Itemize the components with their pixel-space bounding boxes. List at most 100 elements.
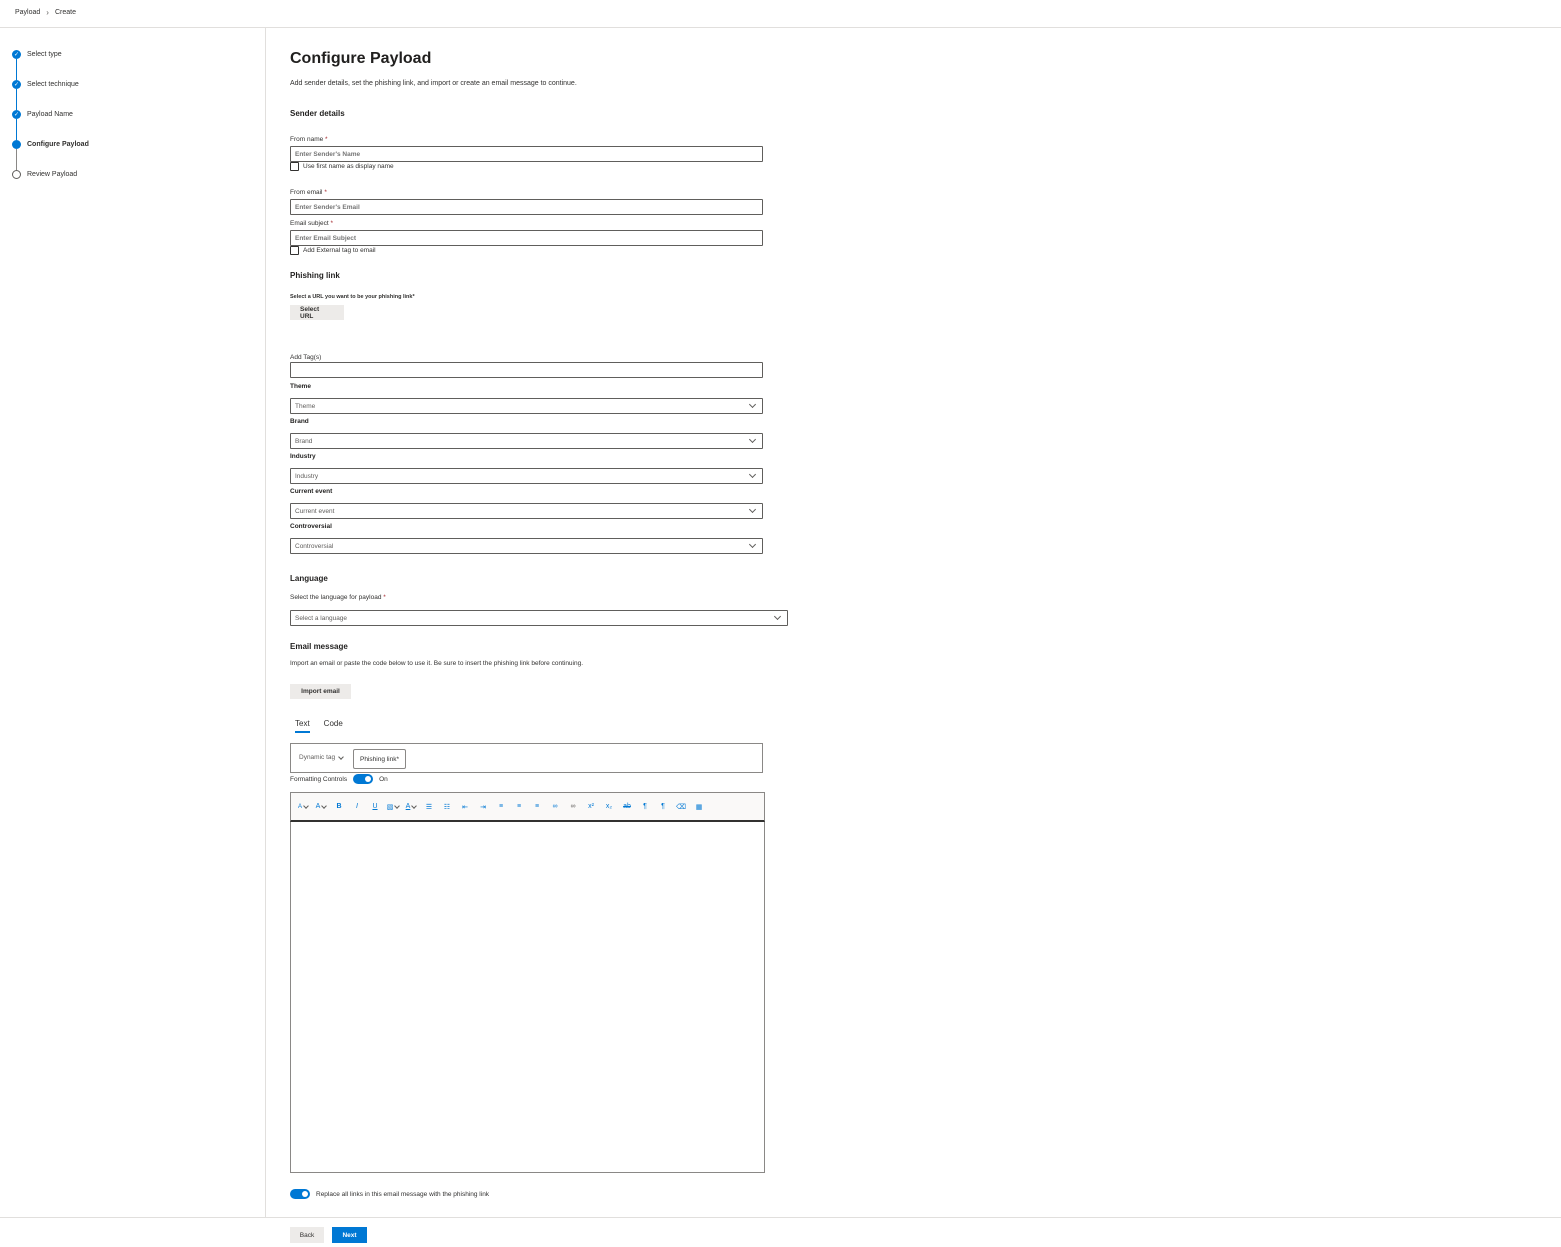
phishing-link-button[interactable]: Phishing link* xyxy=(353,749,407,769)
email-body-editor[interactable] xyxy=(290,822,765,1173)
email-subject-label: Email subject * xyxy=(290,220,333,227)
tab-text[interactable]: Text xyxy=(295,719,310,733)
underline-icon[interactable]: U xyxy=(368,800,382,814)
current-event-label: Current event xyxy=(290,488,333,495)
language-dropdown[interactable]: Select a language xyxy=(290,610,788,626)
replace-links-row: Replace all links in this email message … xyxy=(290,1189,489,1199)
bold-icon[interactable]: B xyxy=(332,800,346,814)
wizard-steps: ✓ Select type ✓ Select technique ✓ Paylo… xyxy=(12,48,89,198)
checkbox-box[interactable] xyxy=(290,246,299,255)
font-icon[interactable]: A xyxy=(296,800,310,814)
italic-icon[interactable]: I xyxy=(350,800,364,814)
brand-dropdown[interactable]: Brand xyxy=(290,433,763,449)
clear-format-icon[interactable]: ⌫ xyxy=(674,800,688,814)
from-name-label: From name * xyxy=(290,136,328,143)
add-tags-input[interactable] xyxy=(290,362,763,378)
back-button[interactable]: Back xyxy=(290,1227,324,1243)
rtl-icon[interactable]: ¶ xyxy=(656,800,670,814)
breadcrumb: Payload › Create xyxy=(15,8,76,17)
step-label: Configure Payload xyxy=(27,141,89,148)
numbered-list-icon[interactable]: ☷ xyxy=(440,800,454,814)
chevron-down-icon xyxy=(338,753,344,760)
checkbox-box[interactable] xyxy=(290,162,299,171)
next-button[interactable]: Next xyxy=(332,1227,367,1243)
remove-link-icon[interactable]: ∞ xyxy=(566,800,580,814)
step-select-technique[interactable]: ✓ Select technique xyxy=(12,78,89,110)
controversial-dropdown[interactable]: Controversial xyxy=(290,538,763,554)
chevron-down-icon xyxy=(748,505,757,514)
current-event-dropdown[interactable]: Current event xyxy=(290,503,763,519)
theme-dropdown[interactable]: Theme xyxy=(290,398,763,414)
controversial-label: Controversial xyxy=(290,523,332,530)
replace-links-toggle[interactable] xyxy=(290,1189,310,1199)
theme-placeholder: Theme xyxy=(295,402,316,410)
chevron-down-icon xyxy=(748,540,757,549)
strikethrough-icon[interactable]: ab xyxy=(620,800,634,814)
controversial-placeholder: Controversial xyxy=(295,542,334,550)
step-label: Review Payload xyxy=(27,171,78,178)
step-connector xyxy=(16,89,17,110)
breadcrumb-create: Create xyxy=(54,9,76,16)
decrease-indent-icon[interactable]: ⇤ xyxy=(458,800,472,814)
sender-details-heading: Sender details xyxy=(290,109,345,118)
breadcrumb-payload[interactable]: Payload xyxy=(15,9,40,16)
page-description: Add sender details, set the phishing lin… xyxy=(290,80,577,87)
increase-indent-icon[interactable]: ⇥ xyxy=(476,800,490,814)
theme-label: Theme xyxy=(290,383,311,390)
check-icon: ✓ xyxy=(12,50,21,59)
font-color-icon[interactable]: A xyxy=(404,800,418,814)
checkbox-label: Use first name as display name xyxy=(303,163,394,170)
dynamic-tag-dropdown[interactable]: Dynamic tag xyxy=(299,753,344,761)
email-message-description: Import an email or paste the code below … xyxy=(290,660,584,667)
check-icon: ✓ xyxy=(12,110,21,119)
highlight-icon[interactable]: ▧ xyxy=(386,800,401,814)
tab-code[interactable]: Code xyxy=(324,719,343,733)
chevron-down-icon xyxy=(748,435,757,444)
from-email-input[interactable] xyxy=(290,199,763,215)
formatting-toggle[interactable] xyxy=(353,774,374,784)
top-bar: Payload › Create xyxy=(0,0,1561,28)
step-connector xyxy=(16,149,17,170)
bullet-list-icon[interactable]: ☰ xyxy=(422,800,436,814)
future-step-icon xyxy=(12,170,21,179)
checkbox-label: Add External tag to email xyxy=(303,247,376,254)
step-label: Select technique xyxy=(27,81,79,88)
industry-placeholder: Industry xyxy=(295,472,319,480)
step-select-type[interactable]: ✓ Select type xyxy=(12,48,89,80)
import-email-button[interactable]: Import email xyxy=(290,684,351,699)
email-subject-input[interactable] xyxy=(290,230,763,246)
current-step-icon xyxy=(12,140,21,149)
step-review-payload[interactable]: Review Payload xyxy=(12,168,89,198)
font-size-icon[interactable]: A xyxy=(314,800,328,814)
editor-tabs: Text Code xyxy=(295,719,343,733)
from-name-input[interactable] xyxy=(290,146,763,162)
check-icon: ✓ xyxy=(12,80,21,89)
subscript-icon[interactable]: x₂ xyxy=(602,800,616,814)
email-message-heading: Email message xyxy=(290,642,348,651)
align-right-icon[interactable]: ≡ xyxy=(530,800,544,814)
language-heading: Language xyxy=(290,574,328,583)
external-tag-checkbox[interactable]: Add External tag to email xyxy=(290,246,376,255)
phishing-link-prompt: Select a URL you want to be your phishin… xyxy=(290,294,415,300)
editor-toolbar: A A B I U ▧ A ☰ ☷ ⇤ ⇥ ≡ ≡ ≡ ∞ ∞ x² x₂ ab… xyxy=(290,792,765,822)
superscript-icon[interactable]: x² xyxy=(584,800,598,814)
step-payload-name[interactable]: ✓ Payload Name xyxy=(12,108,89,140)
step-label: Select type xyxy=(27,51,62,58)
insert-link-icon[interactable]: ∞ xyxy=(548,800,562,814)
ltr-icon[interactable]: ¶ xyxy=(638,800,652,814)
formatting-controls-label: Formatting Controls xyxy=(290,775,348,783)
industry-dropdown[interactable]: Industry xyxy=(290,468,763,484)
chevron-down-icon xyxy=(748,400,757,409)
align-left-icon[interactable]: ≡ xyxy=(494,800,508,814)
insert-table-icon[interactable]: ▦ xyxy=(692,800,706,814)
wizard-sidebar: ✓ Select type ✓ Select technique ✓ Paylo… xyxy=(0,28,266,1218)
align-center-icon[interactable]: ≡ xyxy=(512,800,526,814)
use-first-name-checkbox[interactable]: Use first name as display name xyxy=(290,162,394,171)
step-label: Payload Name xyxy=(27,111,73,118)
from-email-label: From email * xyxy=(290,189,327,196)
footer-bar: Back Next xyxy=(0,1217,1561,1247)
phishing-link-heading: Phishing link xyxy=(290,271,340,280)
industry-label: Industry xyxy=(290,453,316,460)
step-configure-payload[interactable]: Configure Payload xyxy=(12,138,89,170)
select-url-button[interactable]: Select URL xyxy=(290,305,344,320)
